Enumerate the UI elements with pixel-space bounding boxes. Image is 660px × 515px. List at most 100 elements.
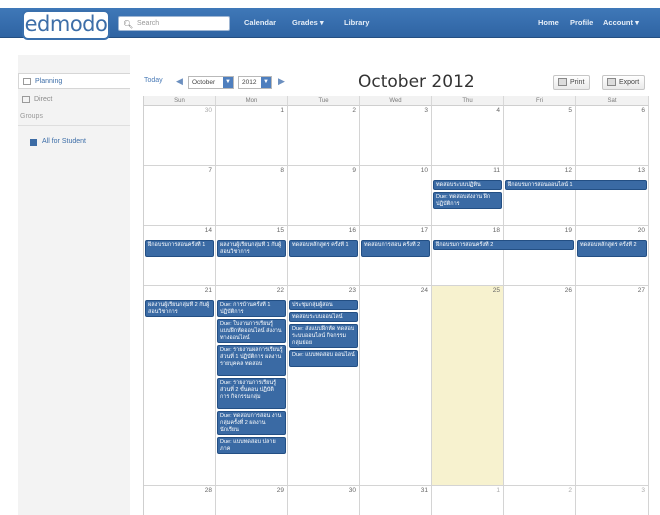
sidebar-item-planning[interactable]: Planning [18,73,130,89]
calendar-event[interactable]: ฝึกอบรมการสอนออนไลน์ 1 [505,180,647,190]
day-cell[interactable]: 2 [504,486,576,515]
nav-profile[interactable]: Profile [570,16,593,30]
day-number: 15 [276,227,284,234]
today-link[interactable]: Today [144,77,163,84]
weekday-header: Tue [288,96,360,106]
calendar-event[interactable]: Due: ใบงานการเรียนรู้ แบบฝึกหัดออนไลน์ ส… [217,319,286,343]
calendar-toolbar: Today ◀︎ October ▼︎ 2012 ▼︎ ▶︎ October 2… [140,72,655,94]
day-number: 18 [492,227,500,234]
calendar-event[interactable]: ฝึกอบรมการสอนครั้งที่ 1 [145,240,214,257]
sidebar-item-direct[interactable]: Direct [18,92,130,108]
print-button[interactable]: Print [553,75,591,90]
calendar-event[interactable]: Due: รายงานการเรียนรู้ ส่วนที่ 2 ขั้นตอน… [217,378,286,409]
calendar-event[interactable]: ทดสอบระบบออนไลน์ [289,312,358,322]
top-bar: edmodo 🔍︎ Search Calendar Grades ▾ Libra… [0,0,660,48]
day-cell[interactable]: 25 [432,286,504,486]
edmodo-logo[interactable]: edmodo [22,10,110,40]
export-icon [607,78,616,86]
day-number: 21 [204,287,212,294]
calendar-event[interactable]: Due: การบ้านครั้งที่ 1 ปฏิบัติการ [217,300,286,317]
day-number: 31 [420,487,428,494]
day-number: 27 [637,287,645,294]
nav-home[interactable]: Home [538,16,559,30]
calendar-event[interactable]: ผลงานผู้เรียนกลุ่มที่ 1 กับผู้สอนวิชาการ [217,240,286,257]
nav-library[interactable]: Library [344,16,369,30]
day-cell[interactable]: 4 [432,106,504,166]
day-number: 19 [564,227,572,234]
next-month-icon[interactable]: ▶︎ [278,76,285,87]
day-cell[interactable]: 1 [432,486,504,515]
calendar-event[interactable]: ฝึกอบรมการสอนครั้งที่ 2 [433,240,574,250]
weekday-header: Thu [432,96,504,106]
year-select-value: 2012 [242,79,257,86]
weekday-header: Wed [360,96,432,106]
calendar-event[interactable]: Due: แบบทดสอบ ออนไลน์ [289,350,358,367]
day-cell[interactable]: 26 [504,286,576,486]
weekday-header: Fri [504,96,576,106]
calendar-event[interactable]: Due: ทดสอบส่งงาน ฝึกปฏิบัติการ [433,192,502,209]
day-cell[interactable]: 1 [216,106,288,166]
day-cell[interactable]: 3 [576,486,649,515]
month-select-value: October [192,79,216,86]
sidebar-item-label: Direct [34,96,53,103]
day-cell[interactable]: 7 [144,166,216,226]
calendar-event[interactable]: ประชุมกลุ่มผู้สอน [289,300,358,310]
export-label: Export [619,79,640,86]
calendar-event[interactable]: ทดสอบหลักสูตร ครั้งที่ 2 [577,240,647,257]
day-number: 13 [637,167,645,174]
day-number: 23 [348,287,356,294]
day-cell[interactable]: 30 [144,106,216,166]
calendar-event[interactable]: ผลงานผู้เรียนกลุ่มที่ 2 กับผู้สอนวิชาการ [145,300,214,317]
sidebar-group-item[interactable]: All for Student [18,135,130,149]
day-cell[interactable]: 28 [144,486,216,515]
day-number: 28 [204,487,212,494]
day-number: 3 [424,107,428,114]
day-cell[interactable]: 18 [432,226,504,286]
calendar-event[interactable]: Due: แบบทดสอบ ปลายภาค [217,437,286,454]
day-cell[interactable]: 6 [576,106,649,166]
day-number: 6 [641,107,645,114]
calendar-event[interactable]: ทดสอบหลักสูตร ครั้งที่ 1 [289,240,358,257]
calendar-event[interactable]: ทดสอบระบบปฏิทิน [433,180,502,190]
nav-account[interactable]: Account ▾ [603,16,639,30]
chevron-down-icon: ▼︎ [223,77,233,88]
groups-heading: Groups [20,113,43,120]
calendar-event[interactable]: Due: ส่งแบบฝึกหัด ทดสอบระบบออนไลน์ กิจกร… [289,324,358,348]
search-input[interactable]: 🔍︎ Search [118,16,230,31]
day-cell[interactable]: 19 [504,226,576,286]
day-cell[interactable]: 3 [360,106,432,166]
weekday-header: Sun [144,96,216,106]
day-cell[interactable]: 8 [216,166,288,226]
day-number: 7 [208,167,212,174]
day-cell[interactable]: 30 [288,486,360,515]
month-title: October 2012 [358,72,475,92]
year-select[interactable]: 2012 ▼︎ [238,76,272,89]
day-cell[interactable]: 13 [576,166,649,226]
day-cell[interactable]: 2 [288,106,360,166]
calendar-event[interactable]: Due: รายงานผลการเรียนรู้ ส่วนที่ 1 ปฏิบั… [217,345,286,376]
day-number: 11 [493,167,500,174]
prev-month-icon[interactable]: ◀︎ [176,76,183,87]
export-button[interactable]: Export [602,75,646,90]
month-select[interactable]: October ▼︎ [188,76,234,89]
sidebar-group-label: All for Student [42,138,86,145]
calendar-event[interactable]: ทดสอบการสอน ครั้งที่ 2 [361,240,430,257]
day-cell[interactable]: 9 [288,166,360,226]
day-number: 24 [420,287,428,294]
day-number: 26 [564,287,572,294]
day-number: 17 [420,227,428,234]
nav-calendar[interactable]: Calendar [244,16,276,30]
day-number: 25 [492,287,500,294]
day-cell[interactable]: 24 [360,286,432,486]
nav-grades[interactable]: Grades ▾ [292,16,324,30]
calendar-event[interactable]: Due: ทดสอบการสอน งานกลุ่มครั้งที่ 2 ผลงา… [217,411,286,435]
day-cell[interactable]: 29 [216,486,288,515]
day-number: 1 [280,107,284,114]
day-cell[interactable]: 12 [504,166,576,226]
day-cell[interactable]: 10 [360,166,432,226]
day-cell[interactable]: 27 [576,286,649,486]
day-cell[interactable]: 31 [360,486,432,515]
group-color-swatch [30,139,37,146]
day-cell[interactable]: 5 [504,106,576,166]
day-number: 14 [204,227,212,234]
